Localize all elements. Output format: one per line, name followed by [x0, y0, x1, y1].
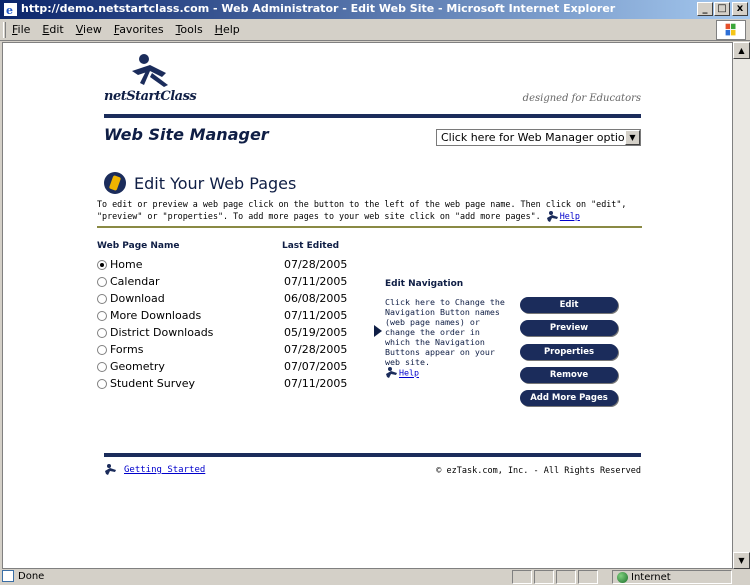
- instructions-divider: [97, 226, 642, 228]
- edit-navigation-text: Click here to Change the Navigation Butt…: [385, 297, 505, 367]
- preview-button[interactable]: Preview: [520, 320, 618, 336]
- page-date: 07/28/2005: [284, 343, 348, 356]
- status-panel: [512, 570, 532, 584]
- page-row-home[interactable]: Home 07/28/2005: [97, 256, 357, 273]
- page-name: District Downloads: [110, 326, 214, 339]
- page-loaded-icon: [2, 570, 14, 582]
- status-panel: [534, 570, 554, 584]
- maximize-button[interactable]: □: [714, 2, 730, 16]
- page-date: 07/07/2005: [284, 360, 348, 373]
- browser-window: e http://demo.netstartclass.com - Web Ad…: [0, 0, 750, 585]
- scroll-down-arrow-icon[interactable]: ▼: [733, 552, 750, 569]
- page-date: 07/11/2005: [284, 275, 348, 288]
- scroll-up-arrow-icon[interactable]: ▲: [733, 42, 750, 59]
- section-title: Web Site Manager: [104, 125, 269, 144]
- windows-logo-icon: [716, 20, 746, 40]
- page-name: Calendar: [110, 275, 160, 288]
- page-date: 07/28/2005: [284, 258, 348, 271]
- column-header-last-edited: Last Edited: [282, 241, 340, 251]
- page-radio[interactable]: [97, 327, 107, 338]
- page-name: Forms: [110, 343, 144, 356]
- page-row-calendar[interactable]: Calendar 07/11/2005: [97, 273, 357, 290]
- edit-pages-heading: Edit Your Web Pages: [104, 172, 296, 194]
- page-date: 07/11/2005: [284, 309, 348, 322]
- edit-navigation-arrow-icon[interactable]: [374, 325, 382, 337]
- page-name: Geometry: [110, 360, 165, 373]
- svg-text:e: e: [6, 4, 13, 17]
- getting-started-person-icon: [105, 464, 116, 475]
- edit-navigation-panel[interactable]: Edit Navigation Click here to Change the…: [385, 279, 507, 379]
- page-date: 05/19/2005: [284, 326, 348, 339]
- page-name: Student Survey: [110, 377, 196, 390]
- page-radio[interactable]: [97, 378, 107, 389]
- options-selected-value: Click here for Web Manager options!: [441, 131, 625, 144]
- status-panel: [556, 570, 576, 584]
- globe-icon: [617, 571, 628, 583]
- menu-help[interactable]: Help: [215, 23, 240, 36]
- tagline: designed for Educators: [522, 93, 641, 104]
- window-title: http://demo.netstartclass.com - Web Admi…: [21, 2, 616, 15]
- status-text: Done: [18, 570, 45, 582]
- page-radio[interactable]: [97, 276, 107, 287]
- help-link[interactable]: Help: [560, 211, 580, 221]
- properties-button[interactable]: Properties: [520, 344, 618, 360]
- remove-button[interactable]: Remove: [520, 367, 618, 383]
- page-radio[interactable]: [97, 361, 107, 372]
- page-title: Edit Your Web Pages: [134, 173, 297, 193]
- title-bar: e http://demo.netstartclass.com - Web Ad…: [0, 0, 750, 19]
- close-button[interactable]: x: [732, 2, 748, 16]
- menu-file[interactable]: File: [12, 23, 30, 36]
- minimize-button[interactable]: _: [697, 2, 713, 16]
- page-radio[interactable]: [97, 310, 107, 321]
- page-viewport: netStartClass designed for Educators Web…: [2, 42, 733, 569]
- page-date: 06/08/2005: [284, 292, 348, 305]
- page-date: 07/11/2005: [284, 377, 348, 390]
- page-radio[interactable]: [97, 259, 107, 270]
- page-name: Download: [110, 292, 165, 305]
- menu-edit[interactable]: Edit: [42, 23, 63, 36]
- page-list: Home 07/28/2005 Calendar 07/11/2005 Down…: [97, 256, 357, 392]
- manager-options-select[interactable]: Click here for Web Manager options! ▼: [436, 129, 641, 146]
- zone-label: Internet: [631, 571, 671, 583]
- help-person-icon: [386, 367, 397, 378]
- page-row-download[interactable]: Download 06/08/2005: [97, 290, 357, 307]
- security-zone: Internet: [612, 570, 732, 584]
- edit-navigation-help-link[interactable]: Help: [399, 368, 419, 378]
- page-row-more-downloads[interactable]: More Downloads 07/11/2005: [97, 307, 357, 324]
- edit-navigation-heading: Edit Navigation: [385, 279, 464, 289]
- instructions: To edit or preview a web page click on t…: [97, 198, 642, 223]
- page-row-student-survey[interactable]: Student Survey 07/11/2005: [97, 375, 357, 392]
- page-radio[interactable]: [97, 293, 107, 304]
- netstartclass-logo-icon: [132, 54, 168, 87]
- page-row-geometry[interactable]: Geometry 07/07/2005: [97, 358, 357, 375]
- footer-divider: [104, 453, 641, 457]
- toolbar-grip[interactable]: [3, 22, 6, 38]
- menu-tools[interactable]: Tools: [176, 23, 203, 36]
- menu-favorites[interactable]: Favorites: [114, 23, 164, 36]
- internet-explorer-icon: e: [4, 3, 17, 17]
- page-row-district-downloads[interactable]: District Downloads 05/19/2005: [97, 324, 357, 341]
- status-bar: Done Internet: [0, 569, 750, 585]
- page-name: Home: [110, 258, 143, 271]
- dropdown-arrow-icon[interactable]: ▼: [625, 130, 640, 145]
- pencil-icon: [104, 172, 126, 194]
- menu-bar: File Edit View Favorites Tools Help: [0, 19, 750, 41]
- copyright: © ezTask.com, Inc. - All Rights Reserved: [436, 466, 641, 476]
- getting-started-link[interactable]: Getting Started: [124, 465, 205, 475]
- getting-started: Getting Started: [104, 464, 205, 476]
- status-panel: [578, 570, 598, 584]
- page-radio[interactable]: [97, 344, 107, 355]
- vertical-scrollbar[interactable]: ▲ ▼: [733, 42, 750, 569]
- site-logo: netStartClass: [104, 89, 197, 104]
- column-header-name: Web Page Name: [97, 241, 180, 251]
- add-more-pages-button[interactable]: Add More Pages: [520, 390, 618, 406]
- edit-button[interactable]: Edit: [520, 297, 618, 313]
- help-person-icon: [546, 210, 558, 222]
- page-name: More Downloads: [110, 309, 202, 322]
- page-row-forms[interactable]: Forms 07/28/2005: [97, 341, 357, 358]
- menu-view[interactable]: View: [76, 23, 102, 36]
- header-divider: [104, 114, 641, 118]
- status-panels: [512, 570, 600, 584]
